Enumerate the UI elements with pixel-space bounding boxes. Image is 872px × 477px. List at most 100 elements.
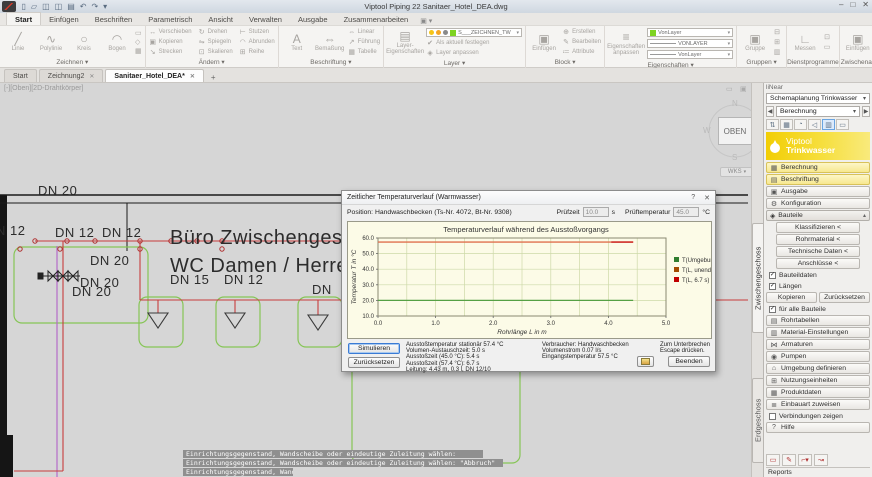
- viewport-label[interactable]: [-][Oben][2D-Drahtkörper]: [4, 85, 83, 92]
- sidebar-button-klassifizieren-[interactable]: Klassifizieren <: [776, 222, 860, 233]
- document-tab-zeichnung2[interactable]: Zeichnung2 ✕: [38, 69, 104, 82]
- checkbox-row-für-alle-bauteile[interactable]: ✓ für alle Bauteile: [766, 304, 870, 314]
- prueftemperatur-input[interactable]: 45.0: [673, 207, 700, 217]
- compass-south[interactable]: S: [732, 153, 737, 162]
- ribbon-item-bogen[interactable]: ◠ Bogen: [102, 32, 132, 52]
- save-as-icon[interactable]: ◫: [52, 1, 65, 12]
- ribbon-item-icon[interactable]: ▥: [773, 47, 783, 57]
- command-line-text[interactable]: Einrichtungsgegenstand, Wandscheibe oder…: [183, 459, 503, 467]
- ribbon-extra-icon[interactable]: ▭: [135, 29, 142, 38]
- ribbon-item-Layer anpassen[interactable]: ◈ Layer anpassen: [426, 48, 522, 58]
- ribbon-item-layer--eigenschaften[interactable]: ▤ Layer- Eigenschaften: [386, 30, 424, 56]
- sidebar-button-nutzungseinheiten[interactable]: ⊞ Nutzungseinheiten: [766, 375, 870, 386]
- command-line-text[interactable]: Einrichtungsgegenstand, Wandscheibe oder…: [183, 450, 483, 458]
- ribbon-item-icon[interactable]: ▭: [823, 42, 833, 52]
- ribbon-group-label[interactable]: Ändern ▾: [146, 58, 278, 68]
- checkbox-checked-icon[interactable]: ✓: [769, 282, 776, 290]
- sidebar-button-einbauart-zuweisen[interactable]: ≣ Einbauart zuweisen: [766, 399, 870, 410]
- print-icon[interactable]: ▤: [65, 1, 78, 12]
- ribbon-item-einfügen[interactable]: ▣ Einfügen: [529, 32, 559, 52]
- pie-icon[interactable]: ◔: [794, 119, 807, 130]
- sidebar-button-umgebung-definieren[interactable]: ⌂ Umgebung definieren: [766, 363, 870, 374]
- ribbon-item-Als aktuell festlegen[interactable]: ✔ Als aktuell festlegen: [426, 38, 522, 48]
- ribbon-item-messen[interactable]: ∟ Messen: [790, 32, 820, 52]
- checkbox-checked-icon[interactable]: ✓: [769, 271, 776, 279]
- checkbox-row-verbindungen-zeigen[interactable]: Verbindungen zeigen: [766, 411, 870, 421]
- ribbon-tab-einfügen[interactable]: Einfügen: [41, 13, 87, 25]
- sidebar-button-ausgabe[interactable]: ▣ Ausgabe: [766, 186, 870, 197]
- scheme-select[interactable]: Schemaplanung Trinkwasser ▾: [766, 93, 870, 104]
- reports-label[interactable]: Reports: [766, 467, 870, 476]
- simulieren-button[interactable]: Simulieren: [348, 343, 400, 354]
- ribbon-item-einfügen[interactable]: ▣ Einfügen: [843, 32, 872, 52]
- ribbon-group-label[interactable]: Dienstprogramme ▾: [787, 58, 839, 75]
- sidebar-button-kopieren[interactable]: Kopieren: [766, 292, 817, 303]
- ribbon-item-Linear[interactable]: ⇔ Linear: [348, 27, 380, 37]
- compass-north[interactable]: N: [732, 99, 738, 108]
- mode-select[interactable]: Berechnung ▾: [776, 106, 860, 117]
- ribbon-group-label[interactable]: Zeichnen ▾: [0, 58, 145, 68]
- ribbon-tab-zusammenarbeiten[interactable]: Zusammenarbeiten: [336, 13, 417, 25]
- ribbon-tab-beschriften[interactable]: Beschriften: [87, 13, 141, 25]
- new-tab-button[interactable]: +: [206, 73, 221, 82]
- ribbon-item-gruppe[interactable]: ▣ Gruppe: [740, 32, 770, 52]
- next-mode-button[interactable]: ▶: [862, 106, 870, 117]
- curve-icon[interactable]: ↝: [814, 454, 828, 466]
- viewport-maximize-icon[interactable]: ▣: [740, 85, 747, 93]
- ribbon-item-Spiegeln[interactable]: ⇋ Spiegeln: [198, 37, 233, 47]
- layer-select[interactable]: S___ZEICHNEN_TW ▾: [426, 28, 523, 37]
- ribbon-tab-parametrisch[interactable]: Parametrisch: [140, 13, 200, 25]
- checkbox-unchecked-icon[interactable]: [769, 412, 776, 420]
- ribbon-item-kreis[interactable]: ○ Kreis: [69, 32, 99, 52]
- ribbon-item-Attribute[interactable]: ≔ Attribute: [562, 47, 601, 57]
- ribbon-extra-icon[interactable]: ◇: [135, 38, 142, 47]
- sidebar-button-pumpen[interactable]: ◉ Pumpen: [766, 351, 870, 362]
- ribbon-item-Kopieren[interactable]: ▣ Kopieren: [149, 37, 192, 47]
- ribbon-item-icon[interactable]: ⊞: [773, 37, 783, 47]
- ribbon-group-label[interactable]: Layer ▾: [384, 59, 525, 68]
- ribbon-more-icon[interactable]: ▣ ▾: [420, 17, 432, 25]
- command-line-text[interactable]: Einrichtungsgegenstand, Wandscheibe: [183, 468, 293, 476]
- viewcube-top-face[interactable]: OBEN: [718, 117, 752, 145]
- sidebar-button-technische-daten-[interactable]: Technische Daten <: [776, 246, 860, 257]
- ribbon-tab-verwalten[interactable]: Verwalten: [241, 13, 290, 25]
- corner-dropdown-icon[interactable]: ⌐▾: [798, 454, 812, 466]
- sidebar-button-rohrtabellen[interactable]: ▤ Rohrtabellen: [766, 315, 870, 326]
- ribbon-tab-ausgabe[interactable]: Ausgabe: [290, 13, 336, 25]
- sidebar-button-zurücksetzen[interactable]: Zurücksetzen: [819, 292, 870, 303]
- close-icon[interactable]: ✕: [89, 73, 94, 80]
- ribbon-extra-icon[interactable]: ▦: [135, 47, 142, 56]
- beenden-button[interactable]: Beenden: [668, 356, 710, 367]
- ribbon-item-Führung[interactable]: ↗ Führung: [348, 37, 380, 47]
- checkbox-checked-icon[interactable]: ✓: [769, 305, 776, 313]
- ribbon-item-Drehen[interactable]: ↻ Drehen: [198, 27, 233, 37]
- sidebar-button-material-einstellungen[interactable]: ▥ Material-Einstellungen: [766, 327, 870, 338]
- ribbon-item-eigenschaften-anpassen[interactable]: ≡ Eigenschaften anpassen: [607, 31, 645, 57]
- property-select-1[interactable]: VONLAYER ▾: [647, 39, 734, 48]
- ribbon-tab-start[interactable]: Start: [6, 12, 42, 25]
- ribbon-item-Stutzen[interactable]: ⊢ Stutzen: [239, 27, 275, 37]
- ribbon-group-label[interactable]: Block ▾: [526, 58, 604, 68]
- close-icon[interactable]: ✕: [190, 73, 195, 80]
- document-tab-start[interactable]: Start: [4, 69, 37, 82]
- ribbon-item-Verschieben[interactable]: ↔ Verschieben: [149, 27, 192, 37]
- close-icon[interactable]: ✕: [862, 0, 869, 9]
- wks-badge[interactable]: WKS ▾: [720, 167, 752, 177]
- ribbon-item-bemaßung[interactable]: ⇔ Bemaßung: [315, 32, 345, 52]
- sidebar-button-hilfe[interactable]: ? Hilfe: [766, 422, 870, 433]
- ribbon-item-polylinie[interactable]: ∿ Polylinie: [36, 32, 66, 52]
- undo-icon[interactable]: ↶: [77, 1, 89, 12]
- sidebar-button-konfiguration[interactable]: ⚙ Konfiguration: [766, 198, 870, 209]
- zuruecksetzen-button[interactable]: Zurücksetzen: [348, 357, 400, 368]
- qat-dropdown-icon[interactable]: ▾: [101, 1, 110, 12]
- ribbon-tab-ansicht[interactable]: Ansicht: [200, 13, 241, 25]
- maximize-icon[interactable]: □: [850, 0, 855, 9]
- compass-west[interactable]: W: [703, 126, 711, 135]
- property-select-0[interactable]: VonLayer ▾: [647, 28, 734, 37]
- help-icon[interactable]: ?: [691, 194, 695, 202]
- ribbon-item-icon[interactable]: ⊟: [773, 27, 783, 37]
- sidebar-button-berechnung[interactable]: ▦ Berechnung: [766, 162, 870, 173]
- card-icon[interactable]: ▭: [836, 119, 849, 130]
- sidebar-button-produktdaten[interactable]: ▦ Produktdaten: [766, 387, 870, 398]
- minimize-icon[interactable]: –: [839, 0, 843, 9]
